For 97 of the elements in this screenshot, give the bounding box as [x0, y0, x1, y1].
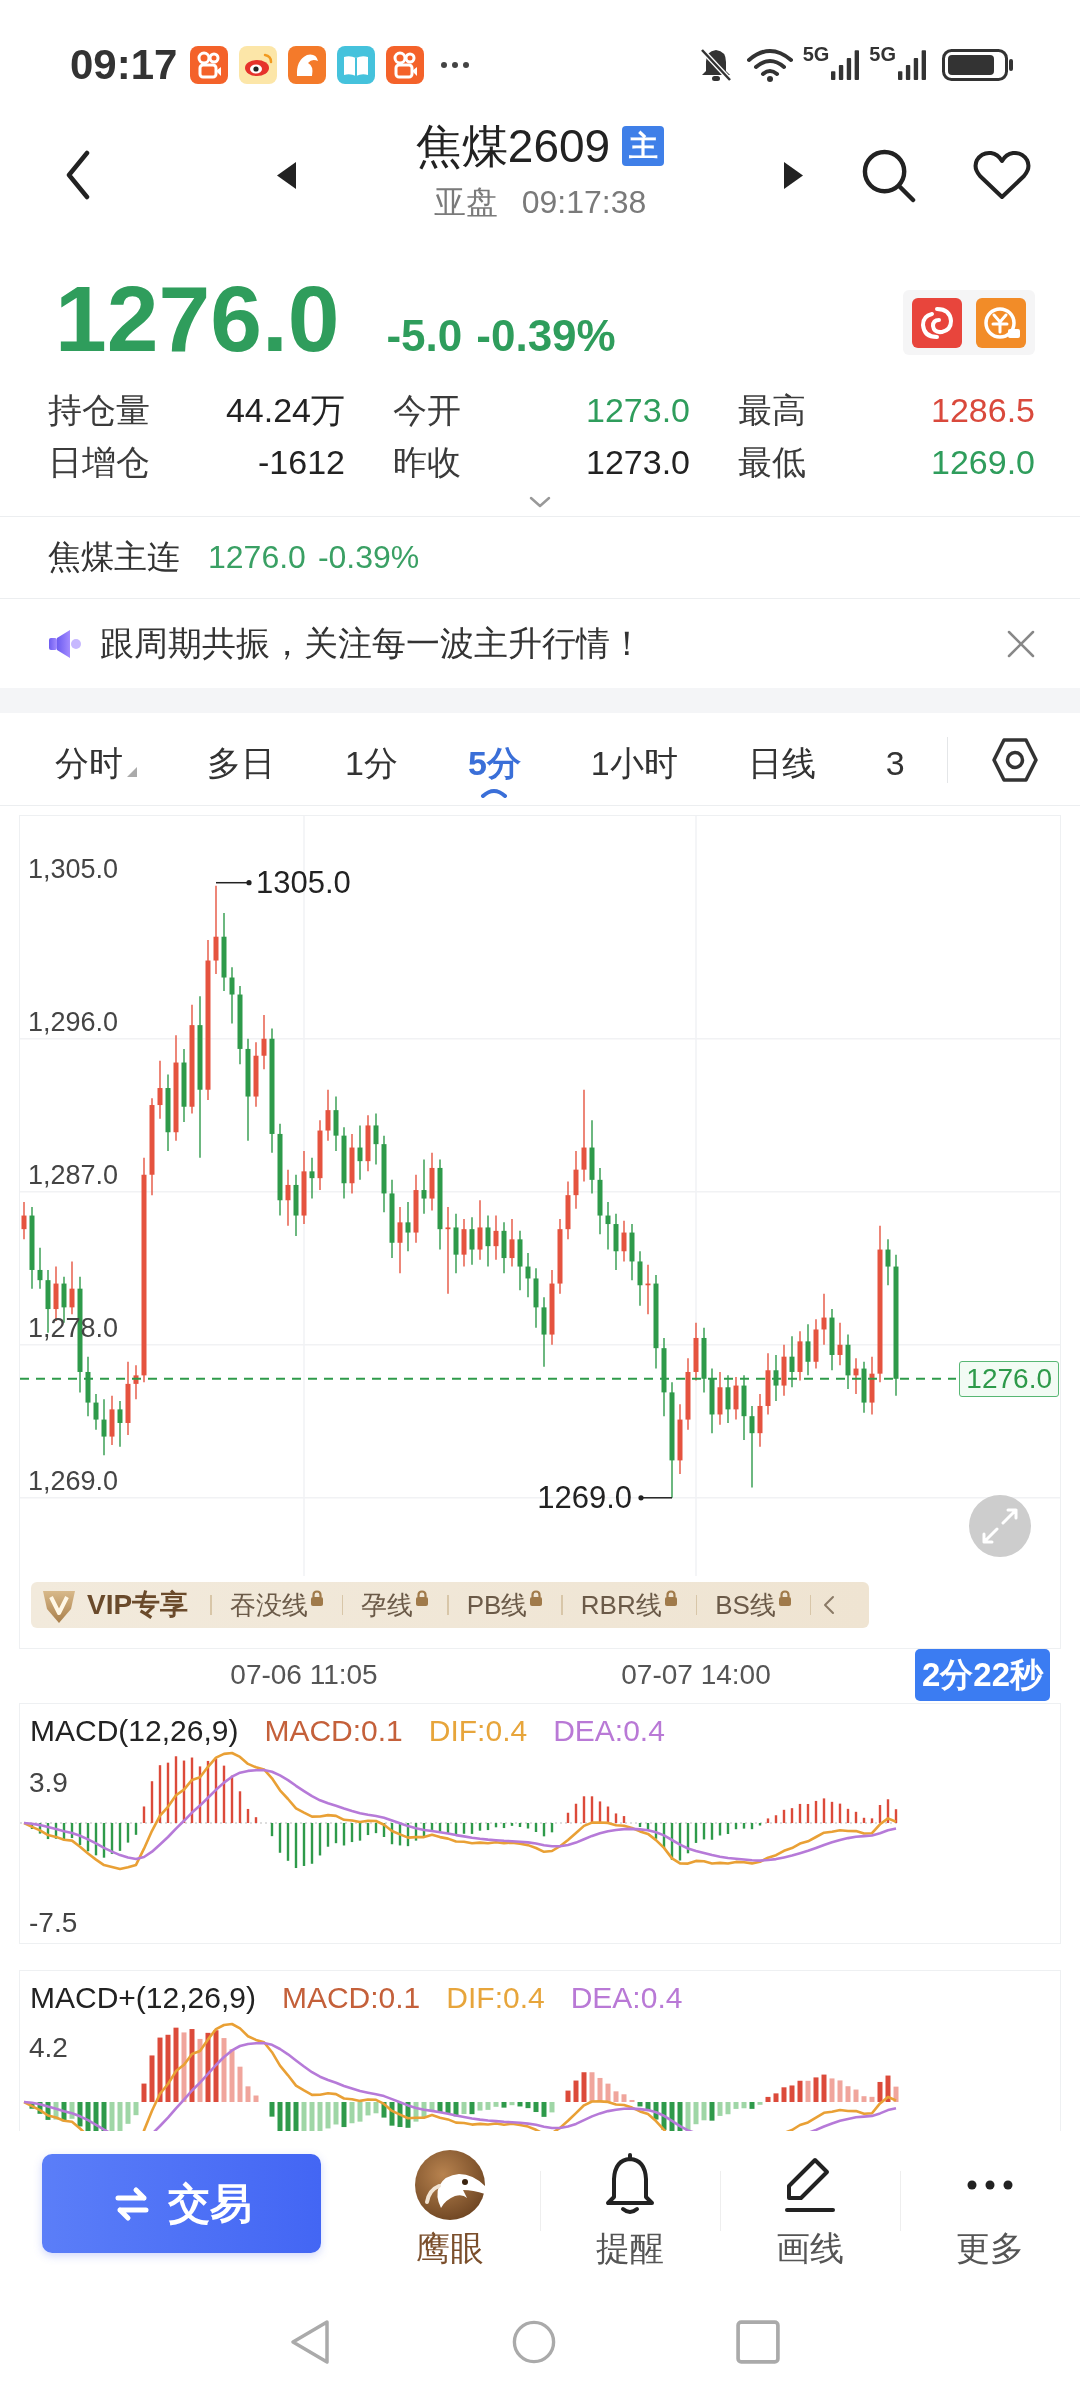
session-label: 亚盘: [433, 183, 498, 222]
recent-apps-icon[interactable]: [736, 2318, 780, 2365]
signal-icon: [831, 50, 860, 80]
last-price-tag: 1276.0: [959, 1360, 1059, 1397]
network-type: 5G: [802, 43, 830, 65]
stat-value: 1273.0: [586, 390, 690, 430]
price-axis-label: 1,287.0: [28, 1158, 119, 1191]
low-leader-line: [638, 1495, 673, 1501]
settings-icon[interactable]: [992, 737, 1038, 783]
alert-button[interactable]: 提醒: [540, 2131, 720, 2268]
dif-value: DIF:0.4: [428, 1713, 528, 1749]
wifi-icon: [746, 48, 793, 82]
eagle-eye-button[interactable]: 鹰眼: [360, 2131, 540, 2268]
time-axis-label: 07-07 14:00: [621, 1658, 771, 1692]
dea-value: DEA:0.4: [570, 1980, 683, 2016]
left-triangle-icon[interactable]: [277, 161, 296, 189]
more-button[interactable]: 更多: [900, 2131, 1080, 2268]
stat-label: 持仓量: [48, 390, 150, 430]
camera-app-icon: [190, 46, 229, 84]
time-axis-label: 07-06 11:05: [230, 1658, 378, 1692]
expand-chevron-icon[interactable]: [529, 496, 551, 508]
pattern-tool[interactable]: 孕线: [361, 1589, 430, 1621]
main-contract-change: -0.39%: [317, 539, 420, 576]
more-dots-icon: [967, 2180, 1013, 2190]
indicator-name[interactable]: MACD(12,26,9): [30, 1712, 239, 1750]
stat-value: 1273.0: [586, 442, 690, 482]
period-tab[interactable]: 分时: [55, 743, 137, 805]
draw-line-button[interactable]: 画线: [720, 2131, 900, 2268]
vip-title: VIP专享: [87, 1588, 189, 1622]
eagle-avatar-icon: [415, 2150, 485, 2220]
caret-icon: [480, 787, 509, 798]
period-tab[interactable]: 1小时: [590, 743, 678, 805]
quote-time: 09:17:38: [521, 183, 647, 222]
eye-app-icon: [239, 46, 278, 84]
main-contract-badge: 主: [622, 126, 665, 166]
search-icon[interactable]: [861, 147, 916, 203]
high-price-marker: 1305.0: [256, 864, 351, 901]
dea-value: DEA:0.4: [553, 1713, 665, 1749]
left-caret-icon[interactable]: [823, 1595, 836, 1615]
period-tab[interactable]: 日线: [747, 743, 816, 805]
notice-text[interactable]: 跟周期共振，关注每一波主升行情！: [100, 620, 644, 667]
pencil-icon: [784, 2157, 836, 2213]
dif-value: DIF:0.4: [446, 1980, 545, 2016]
right-triangle-icon[interactable]: [784, 161, 803, 189]
camera-app-icon: [386, 46, 425, 84]
battery-icon: [942, 49, 1014, 81]
price-change: -5.0: [386, 311, 463, 361]
period-tab[interactable]: 3: [885, 743, 905, 805]
more-dots-icon: [441, 62, 470, 68]
macd-value: MACD:0.1: [264, 1713, 403, 1749]
low-price-marker: 1269.0: [537, 1479, 632, 1516]
swirl-icon[interactable]: [912, 297, 962, 348]
stat-value: 44.24万: [225, 390, 345, 430]
heart-icon[interactable]: [973, 150, 1031, 200]
stat-label: 今开: [393, 390, 461, 430]
countdown-badge: 2分22秒: [914, 1649, 1050, 1701]
period-tab[interactable]: 多日: [207, 743, 275, 805]
price-axis-label: 1,269.0: [28, 1464, 119, 1497]
price-axis-label: 1,305.0: [28, 852, 119, 885]
stat-label: 最低: [738, 442, 806, 482]
stat-value: 1286.5: [931, 390, 1035, 430]
speaker-icon: [48, 627, 82, 660]
contract-title: 焦煤2609: [415, 119, 611, 173]
swoosh-app-icon: [288, 46, 327, 84]
percent-change: -0.39%: [476, 311, 616, 361]
muted-bell-icon: [698, 47, 733, 83]
pattern-tool[interactable]: 吞没线: [229, 1589, 324, 1621]
close-icon[interactable]: [1007, 629, 1035, 658]
high-leader-line: [215, 880, 252, 886]
indicator-axis-label: 3.9: [29, 1766, 68, 1800]
pattern-tool[interactable]: BS线: [715, 1589, 792, 1621]
macd-value: MACD:0.1: [281, 1980, 421, 2016]
last-price: 1276.0: [55, 269, 340, 369]
stat-label: 昨收: [393, 442, 461, 482]
price-axis-label: 1,296.0: [28, 1005, 119, 1038]
back-icon[interactable]: [65, 150, 91, 200]
period-tab[interactable]: 1分: [345, 743, 398, 805]
period-tab[interactable]: 5分: [467, 743, 521, 805]
signal-icon: [898, 50, 926, 80]
trade-button[interactable]: 交易: [42, 2154, 321, 2253]
stat-value: 1269.0: [931, 442, 1035, 482]
main-contract-price: 1276.0: [208, 539, 306, 576]
pattern-tool[interactable]: PB线: [466, 1589, 544, 1621]
stat-label: 日增仓: [48, 442, 150, 482]
indicator-name[interactable]: MACD+(12,26,9): [30, 1979, 256, 2017]
stat-label: 最高: [738, 390, 806, 430]
nav-back-icon[interactable]: [288, 2318, 332, 2365]
status-time: 09:17: [70, 40, 178, 90]
home-icon[interactable]: [512, 2318, 556, 2365]
book-app-icon: [337, 46, 376, 84]
indicator-axis-label: 4.2: [29, 2031, 68, 2065]
pattern-tool[interactable]: RBR线: [580, 1589, 678, 1621]
coin-icon[interactable]: [976, 297, 1026, 348]
indicator-axis-label: -7.5: [29, 1906, 78, 1940]
main-contract-name: 焦煤主连: [48, 537, 180, 577]
network-type: 5G: [869, 43, 896, 65]
stat-value: -1612: [258, 442, 345, 482]
